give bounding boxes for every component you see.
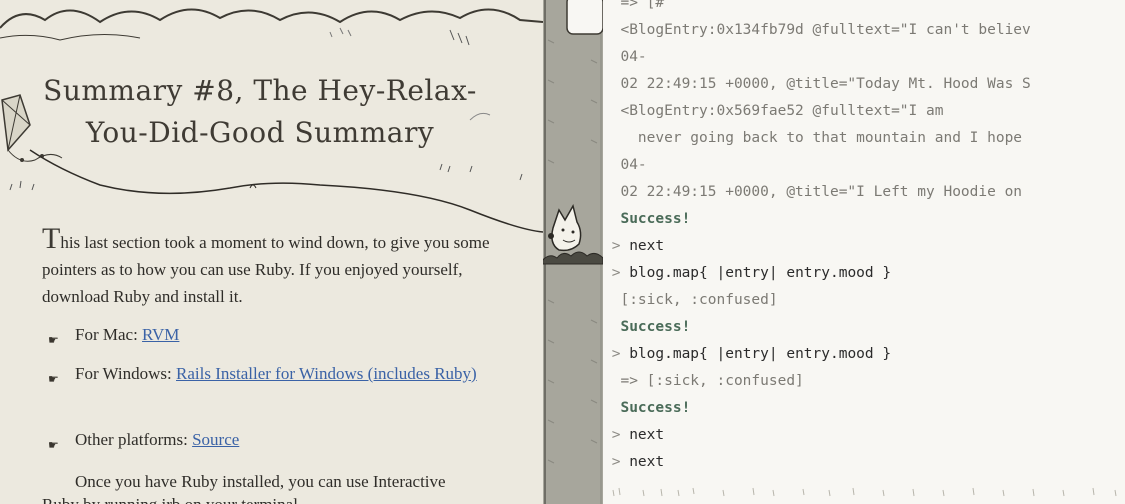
prompt-glyph: > — [603, 427, 630, 443]
console-input-line: > blog.map{ |entry| entry.mood } — [603, 341, 891, 368]
page-title: Summary #8, The Hey-Relax- You-Did-Good … — [40, 70, 480, 154]
console-output-line: <BlogEntry:0x134fb79d @fulltext="I can't… — [603, 22, 1031, 38]
console-input-line: > next — [603, 233, 664, 260]
hand-pointer-icon: ☛ — [48, 438, 59, 452]
grass-decoration — [612, 487, 1117, 497]
wolf-mascot-icon — [548, 204, 582, 252]
list-item: ☛ Other platforms: Source — [48, 426, 478, 453]
console-output-line: never going back to that mountain and I … — [603, 130, 1023, 146]
source-link[interactable]: Source — [192, 430, 239, 449]
console-output-line: <BlogEntry:0x569fae52 @fulltext="I am — [603, 103, 944, 119]
list-item-label: For Mac: — [75, 325, 143, 344]
console-input-line: > next — [603, 422, 664, 449]
console-input-line: > next — [603, 449, 664, 476]
console-output-line: => [# — [603, 0, 665, 11]
prompt-glyph: > — [603, 238, 630, 254]
hand-pointer-icon: ☛ — [48, 372, 59, 386]
lesson-panel: Summary #8, The Hey-Relax- You-Did-Good … — [0, 0, 543, 504]
title-line-2: You-Did-Good Summary — [85, 116, 435, 149]
irb-console[interactable]: => [# <BlogEntry:0x134fb79d @fulltext="I… — [603, 0, 1125, 504]
console-command-text: next — [629, 238, 665, 254]
list-item: ☛ For Mac: RVM — [48, 321, 478, 348]
gutter-strip — [543, 0, 603, 504]
console-output-line: => [:sick, :confused] — [603, 373, 804, 389]
console-command-text: next — [629, 427, 665, 443]
list-item-label: Other platforms: — [75, 430, 193, 449]
rails-installer-link[interactable]: Rails Installer for Windows (includes Ru… — [176, 364, 477, 383]
title-line-1: Summary #8, The Hey-Relax- — [43, 74, 477, 107]
console-output-line: 02 22:49:15 +0000, @title="Today Mt. Hoo… — [603, 76, 1031, 92]
success-message: Success! — [603, 400, 691, 416]
console-command-text: next — [629, 454, 665, 470]
intro-text: his last section took a moment to wind d… — [42, 233, 490, 306]
console-output-line: 04- — [603, 49, 647, 65]
console-output-line: 04- — [603, 157, 647, 173]
console-command-text: blog.map{ |entry| entry.mood } — [629, 346, 892, 362]
console-command-text: blog.map{ |entry| entry.mood } — [629, 265, 892, 281]
prompt-glyph: > — [603, 454, 630, 470]
closing-text: Once you have Ruby installed, you can us… — [75, 472, 446, 491]
console-output-line: 02 22:49:15 +0000, @title="I Left my Hoo… — [603, 184, 1023, 200]
prompt-glyph: > — [603, 346, 630, 362]
prompt-glyph: > — [603, 265, 630, 281]
console-input-line: > blog.map{ |entry| entry.mood } — [603, 260, 891, 287]
list-item-label: For Windows: — [75, 364, 177, 383]
list-item: ☛ For Windows: Rails Installer for Windo… — [48, 360, 478, 387]
rvm-link[interactable]: RVM — [142, 325, 179, 344]
closing-text-continued: Ruby by running irb on your terminal... — [42, 495, 502, 504]
intro-paragraph: This last section took a moment to wind … — [42, 224, 512, 310]
success-message: Success! — [603, 319, 691, 335]
success-message: Success! — [603, 211, 691, 227]
hand-pointer-icon: ☛ — [48, 333, 59, 347]
drop-cap: T — [42, 222, 61, 255]
console-output-line: [:sick, :confused] — [603, 292, 778, 308]
gutter-decoration — [543, 0, 603, 504]
